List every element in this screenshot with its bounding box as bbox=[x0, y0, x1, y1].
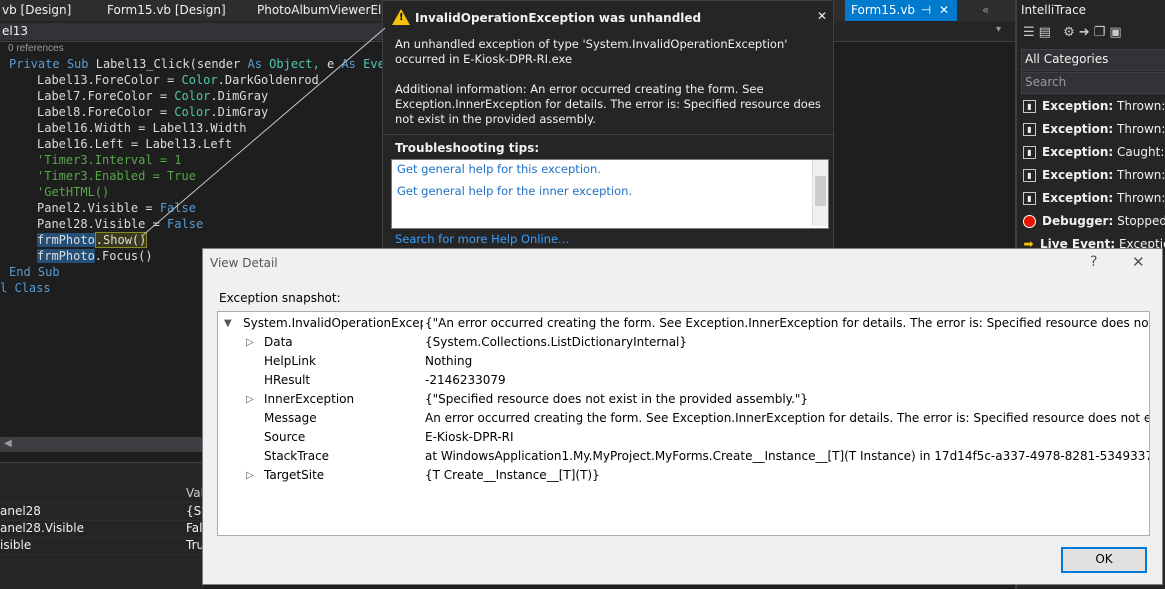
help-icon[interactable]: ? bbox=[1090, 254, 1097, 270]
debugger-stop-icon bbox=[1023, 215, 1036, 228]
list-view-icon[interactable]: ☰ bbox=[1023, 25, 1039, 40]
tree-row[interactable]: Message An error occurred creating the fo… bbox=[218, 409, 1149, 428]
tab-label: vb [Design] bbox=[2, 3, 72, 17]
tip-link[interactable]: Get general help for this exception. bbox=[397, 162, 601, 176]
view-detail-dialog: View Detail ? ✕ Exception snapshot: ▼ Sys… bbox=[202, 248, 1163, 585]
tree-row-root[interactable]: ▼System.InvalidOperationException{"An er… bbox=[218, 314, 1149, 333]
scroll-left-icon[interactable]: ◀ bbox=[4, 438, 12, 449]
tab-label: PhotoAlbumViewerElem bbox=[257, 3, 401, 17]
additional-information: Additional information: An error occurre… bbox=[395, 82, 821, 126]
tree-row[interactable]: ▷ TargetSite {T Create__Instance__[T](T)} bbox=[218, 466, 1149, 485]
split-icon[interactable]: ▾ bbox=[996, 24, 1001, 35]
settings-icon[interactable]: ⚙ bbox=[1063, 25, 1079, 40]
tip-link[interactable]: Get general help for the inner exception… bbox=[397, 184, 632, 198]
code-line: frmPhoto.Focus() bbox=[37, 249, 153, 263]
tab-form15-vb[interactable]: Form15.vb ⊣ ✕ bbox=[845, 0, 958, 21]
exception-icon: ▮ bbox=[1023, 192, 1036, 205]
scroll-thumb[interactable] bbox=[815, 176, 826, 206]
tree-row[interactable]: HResult -2146233079 bbox=[218, 371, 1149, 390]
warning-icon: ! bbox=[392, 9, 410, 25]
step-icon[interactable]: ➜ bbox=[1079, 25, 1094, 40]
tab-label: Form15.vb bbox=[851, 3, 916, 17]
tab-overflow-icon[interactable]: « bbox=[982, 0, 989, 21]
code-line: Panel28.Visible = False bbox=[37, 217, 204, 231]
code-comment: 'GetHTML() bbox=[37, 185, 110, 199]
event-item[interactable]: Debugger: Stopped at bbox=[1021, 210, 1165, 232]
locals-panel: Val anel28{Syst anel28.VisibleFal isible… bbox=[0, 462, 205, 589]
tree-row[interactable]: HelpLink Nothing bbox=[218, 352, 1149, 371]
code-comment: 'Timer3.Enabled = True bbox=[37, 169, 196, 183]
tab-form15-design[interactable]: Form15.vb [Design] bbox=[107, 0, 226, 21]
exception-helper-popup: ! InvalidOperationException was unhandle… bbox=[382, 0, 835, 250]
category-dropdown[interactable]: All Categories bbox=[1021, 49, 1165, 71]
event-item[interactable]: ▮Exception: Thrown: "A bbox=[1021, 164, 1165, 186]
tree-row[interactable]: Source E-Kiosk-DPR-RI bbox=[218, 428, 1149, 447]
dialog-title: View Detail bbox=[210, 256, 278, 270]
tab-photo-album-viewer[interactable]: PhotoAlbumViewerElem bbox=[257, 0, 400, 21]
tree-row[interactable]: StackTrace at WindowsApplication1.My.MyP… bbox=[218, 447, 1149, 466]
expand-icon[interactable]: ▷ bbox=[246, 333, 254, 352]
code-line: Label16.Width = Label13.Width bbox=[37, 121, 247, 135]
event-item[interactable]: ▮Exception: Thrown: "A bbox=[1021, 187, 1165, 209]
code-line: Label8.ForeColor = Color.DimGray bbox=[37, 105, 269, 119]
code-line: Label13.ForeColor = Color.DarkGoldenrod bbox=[37, 73, 319, 87]
code-line: Panel2.Visible = False bbox=[37, 201, 196, 215]
locals-row[interactable]: anel28.Visible Fal bbox=[0, 520, 205, 538]
troubleshooting-heading: Troubleshooting tips: bbox=[395, 141, 540, 155]
expand-icon[interactable]: ▷ bbox=[246, 390, 254, 409]
code-line: Label7.ForeColor = Color.DimGray bbox=[37, 89, 269, 103]
close-icon[interactable]: ✕ bbox=[937, 0, 951, 21]
event-item[interactable]: ▮Exception: Caught: "Ex bbox=[1021, 141, 1165, 163]
search-input[interactable]: Search bbox=[1021, 72, 1165, 94]
exception-icon: ▮ bbox=[1023, 123, 1036, 136]
copy-icon[interactable]: ❐ bbox=[1094, 25, 1110, 40]
tree-row[interactable]: ▷ Data {System.Collections.ListDictionaryI… bbox=[218, 333, 1149, 352]
calls-view-icon[interactable]: ▤ bbox=[1039, 25, 1055, 40]
member-dropdown[interactable]: el13 bbox=[0, 23, 382, 40]
code-end-class: l Class bbox=[0, 281, 51, 295]
intellitrace-toolbar: ☰▤ ⚙➜❐▣ bbox=[1023, 25, 1126, 40]
close-icon[interactable]: ✕ bbox=[817, 9, 827, 23]
panel-title: IntelliTrace bbox=[1021, 3, 1087, 17]
exception-message: An unhandled exception of type 'System.I… bbox=[395, 37, 827, 127]
expand-icon[interactable]: ▷ bbox=[246, 466, 254, 485]
exception-icon: ▮ bbox=[1023, 169, 1036, 182]
exception-icon: ▮ bbox=[1023, 100, 1036, 113]
locals-header: Val bbox=[0, 485, 205, 503]
locals-row[interactable]: isible Tru bbox=[0, 537, 205, 555]
code-line-current-statement: frmPhoto.Show() bbox=[37, 232, 148, 248]
close-icon[interactable]: ✕ bbox=[1132, 253, 1145, 271]
horizontal-scrollbar[interactable]: ◀ bbox=[0, 437, 205, 452]
ok-button[interactable]: OK bbox=[1061, 547, 1147, 573]
locals-row[interactable]: anel28{Syst bbox=[0, 503, 205, 521]
exception-snapshot-label: Exception snapshot: bbox=[219, 291, 341, 305]
code-comment: 'Timer3.Interval = 1 bbox=[37, 153, 182, 167]
exception-tree: ▼System.InvalidOperationException{"An er… bbox=[217, 311, 1150, 536]
code-line-sub-header: Private Sub Label13_Click(sender As Obje… bbox=[9, 57, 399, 71]
tab-label: Form15.vb [Design] bbox=[107, 3, 226, 17]
troubleshooting-tips-list: Get general help for this exception. Get… bbox=[391, 159, 829, 229]
exception-icon: ▮ bbox=[1023, 146, 1036, 159]
codelens-references[interactable]: 0 references bbox=[8, 43, 64, 54]
tab-vb-design[interactable]: vb [Design] bbox=[2, 0, 71, 21]
divider bbox=[383, 134, 835, 135]
search-help-online-link[interactable]: Search for more Help Online... bbox=[395, 232, 569, 246]
tips-scrollbar[interactable] bbox=[812, 160, 828, 226]
exception-title: InvalidOperationException was unhandled bbox=[415, 11, 702, 25]
collapse-icon[interactable]: ▼ bbox=[224, 314, 232, 333]
pin-icon[interactable]: ⊣ bbox=[919, 0, 933, 21]
tree-row[interactable]: ▷ InnerException {"Specified resource does… bbox=[218, 390, 1149, 409]
save-icon[interactable]: ▣ bbox=[1109, 25, 1125, 40]
code-line: Label16.Left = Label13.Left bbox=[37, 137, 233, 151]
event-item[interactable]: ▮Exception: Thrown: "Sp bbox=[1021, 95, 1165, 117]
code-end-sub: End Sub bbox=[9, 265, 60, 279]
event-item[interactable]: ▮Exception: Thrown: "Ex bbox=[1021, 118, 1165, 140]
